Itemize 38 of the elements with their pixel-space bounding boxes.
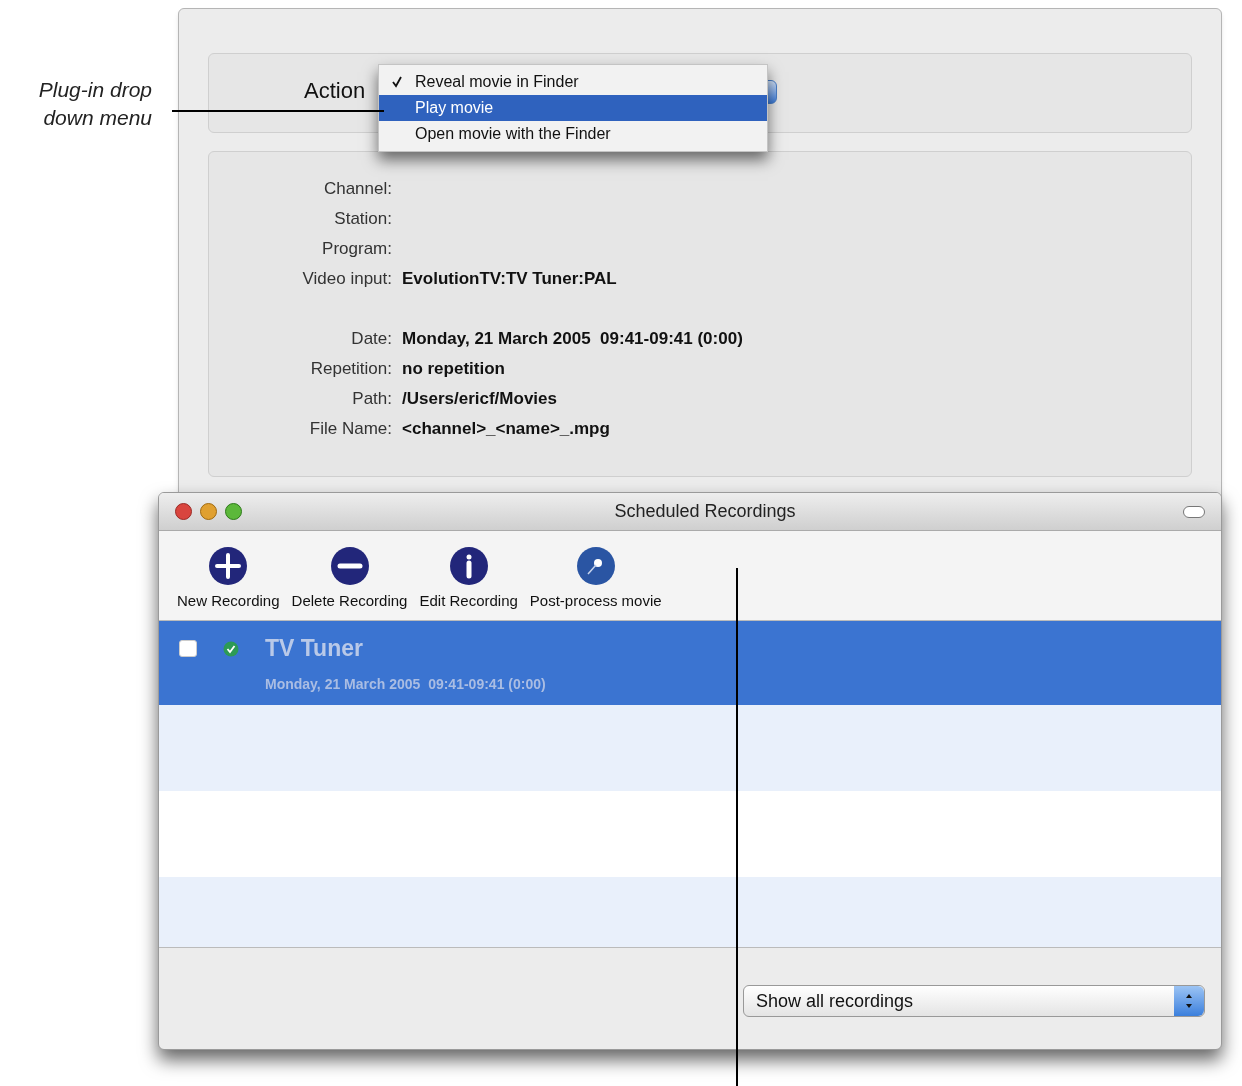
- toolbar-button[interactable]: Post-process movie: [529, 545, 662, 612]
- row-checkbox[interactable]: [179, 640, 197, 657]
- field-value: EvolutionTV:TV Tuner:PAL: [402, 268, 617, 291]
- field-value: /Users/ericf/Movies: [402, 388, 557, 411]
- menu-item[interactable]: Reveal movie in Finder: [379, 69, 767, 95]
- field-value: <channel>_<name>_.mpg: [402, 418, 610, 441]
- field-label: File Name:: [308, 418, 392, 441]
- filter-popup[interactable]: Show all recordings: [743, 985, 1205, 1017]
- status-check-icon: [223, 640, 239, 657]
- toolbar-button[interactable]: Delete Recording: [291, 545, 408, 612]
- row-title: TV Tuner: [265, 634, 363, 664]
- menu-item[interactable]: Open movie with the Finder: [379, 121, 767, 147]
- menu-item[interactable]: Play movie: [379, 95, 767, 121]
- row-subtitle: Monday, 21 March 2005 09:41-09:41 (0:00): [265, 674, 547, 694]
- info-icon: [448, 545, 489, 586]
- annotation-text: Plug-in drop down menu: [37, 77, 152, 131]
- toolbar-button[interactable]: New Recording: [177, 545, 280, 612]
- stepper-arrows-icon: [1174, 986, 1204, 1016]
- minus-icon: [329, 545, 370, 586]
- field-value: Monday, 21 March 2005 09:41-09:41 (0:00): [402, 328, 743, 351]
- field-label: Channel:: [322, 178, 392, 201]
- close-button[interactable]: [175, 503, 192, 520]
- field-label: Path:: [351, 388, 392, 411]
- field-value: no repetition: [402, 358, 505, 381]
- field-label: Repetition:: [309, 358, 392, 381]
- field-label: Video input:: [301, 268, 392, 291]
- checkmark-icon: [391, 76, 403, 88]
- plus-icon: [208, 545, 249, 586]
- toolbar-toggle-button[interactable]: [1183, 505, 1205, 518]
- zoom-button[interactable]: [225, 503, 242, 520]
- minimize-button[interactable]: [200, 503, 217, 520]
- pin-icon: [575, 545, 616, 586]
- field-label: Station:: [333, 208, 392, 231]
- field-label: Date:: [350, 328, 392, 351]
- field-label: Program:: [321, 238, 392, 261]
- window-title: Scheduled Recordings: [614, 500, 796, 523]
- toolbar-button[interactable]: Edit Recording: [419, 545, 518, 612]
- action-label: Action: [304, 77, 366, 105]
